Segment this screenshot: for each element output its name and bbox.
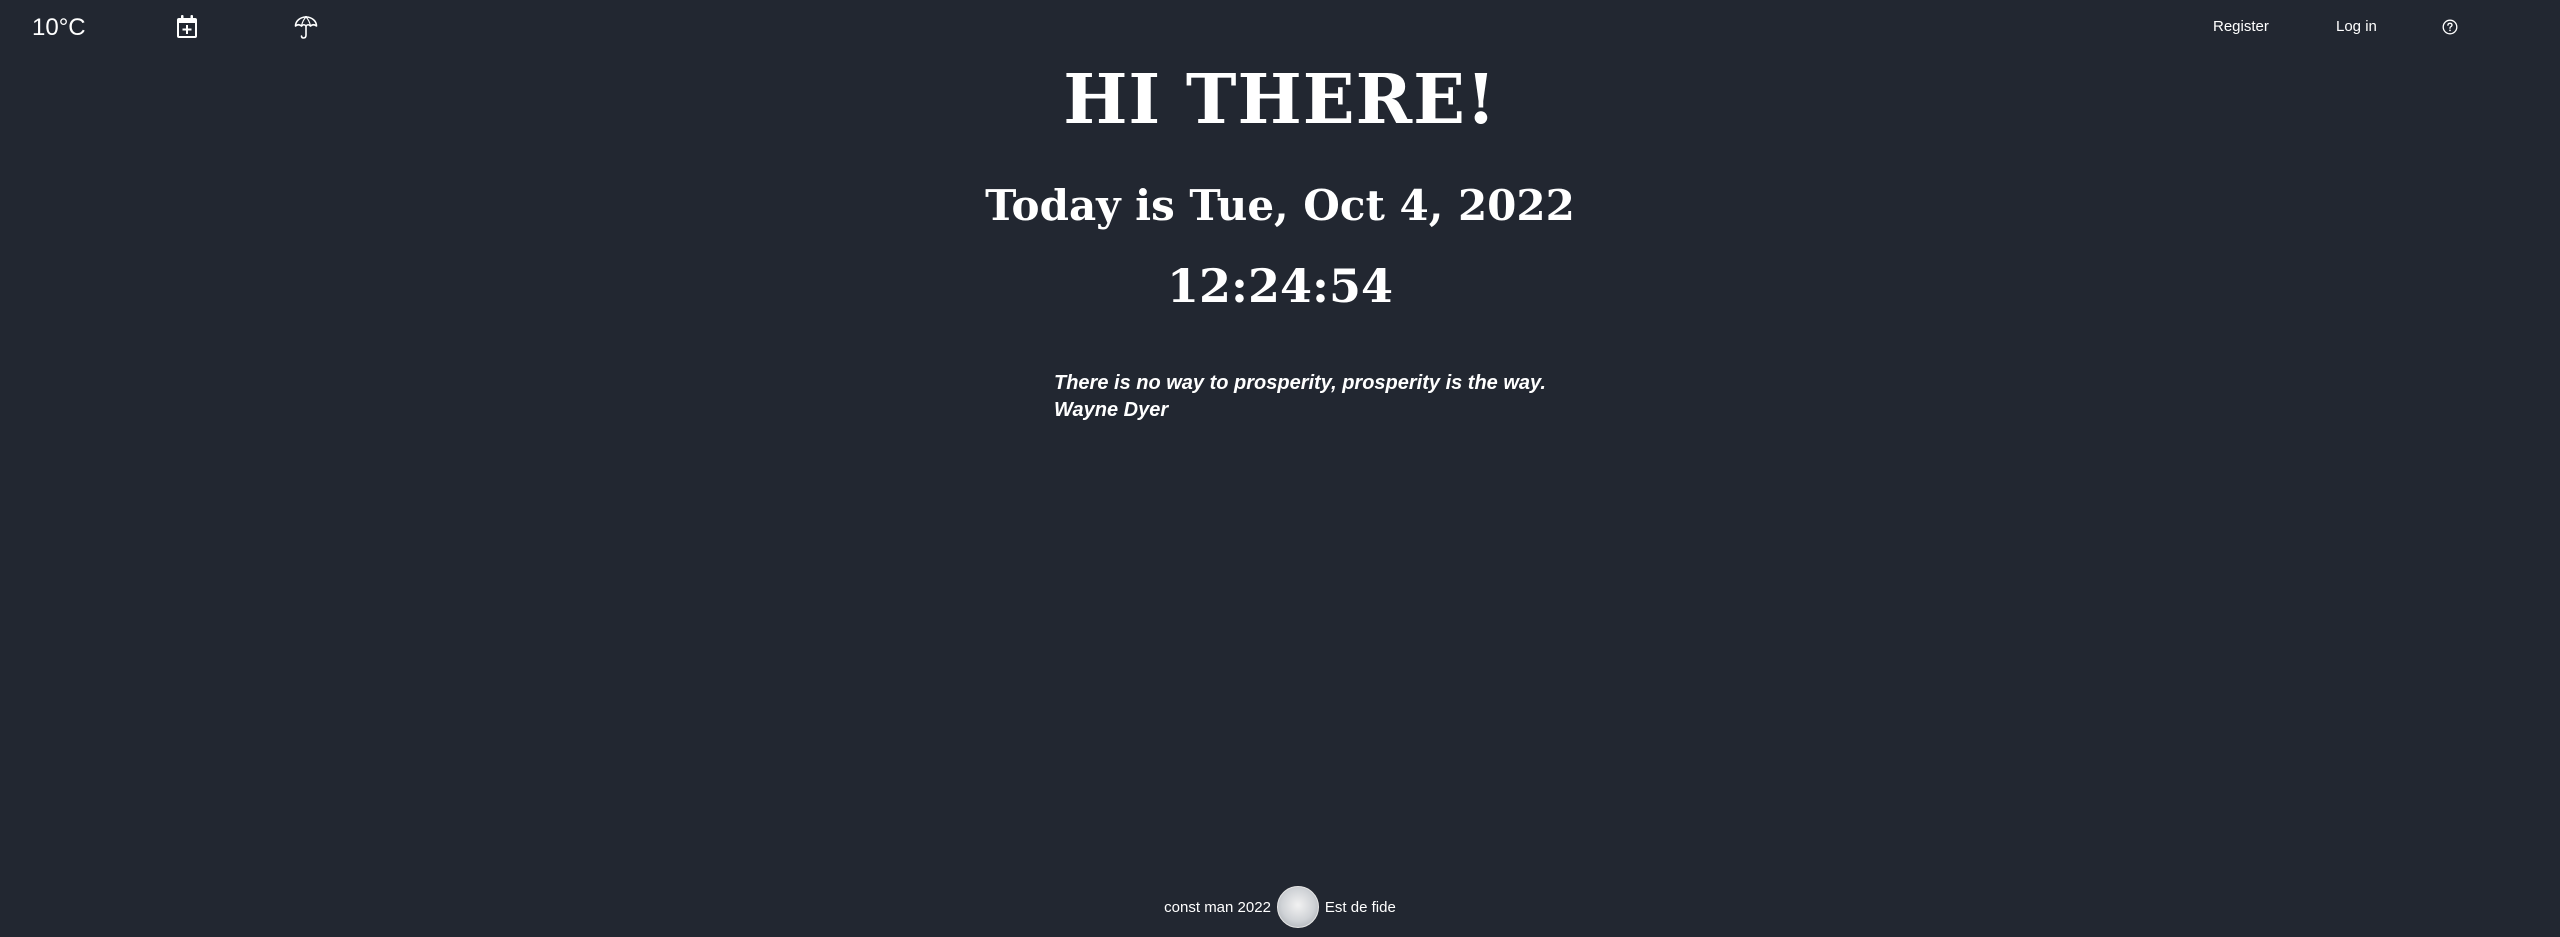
current-time: 12:24:54 [1166,259,1393,313]
footer-copyright: const man 2022 [1164,898,1271,916]
calendar-plus-icon[interactable] [174,14,200,40]
quote-author: Wayne Dyer [1054,399,1169,421]
umbrella-icon[interactable] [293,14,319,40]
help-glyph [2442,19,2458,35]
temperature-readout: 10°C [32,14,86,41]
footer-motto: Est de fide [1324,898,1396,916]
current-date: Today is Tue, Oct 4, 2022 [985,181,1575,230]
footer-logo-avatar [1276,886,1319,928]
top-bar: 10°C Register Log in [0,0,2560,56]
login-link[interactable]: Log in [2336,17,2377,37]
question-circle-icon[interactable] [2442,19,2458,35]
footer: const man 2022 Est de fide [0,884,2560,930]
register-link[interactable]: Register [2213,17,2269,37]
calendar-plus-glyph [177,15,197,38]
greeting-heading: HI THERE! [1063,60,1497,140]
umbrella-glyph [294,16,318,39]
quote-block: There is no way to prosperity, prosperit… [1054,370,1754,424]
quote-text: There is no way to prosperity, prosperit… [1054,372,1546,394]
